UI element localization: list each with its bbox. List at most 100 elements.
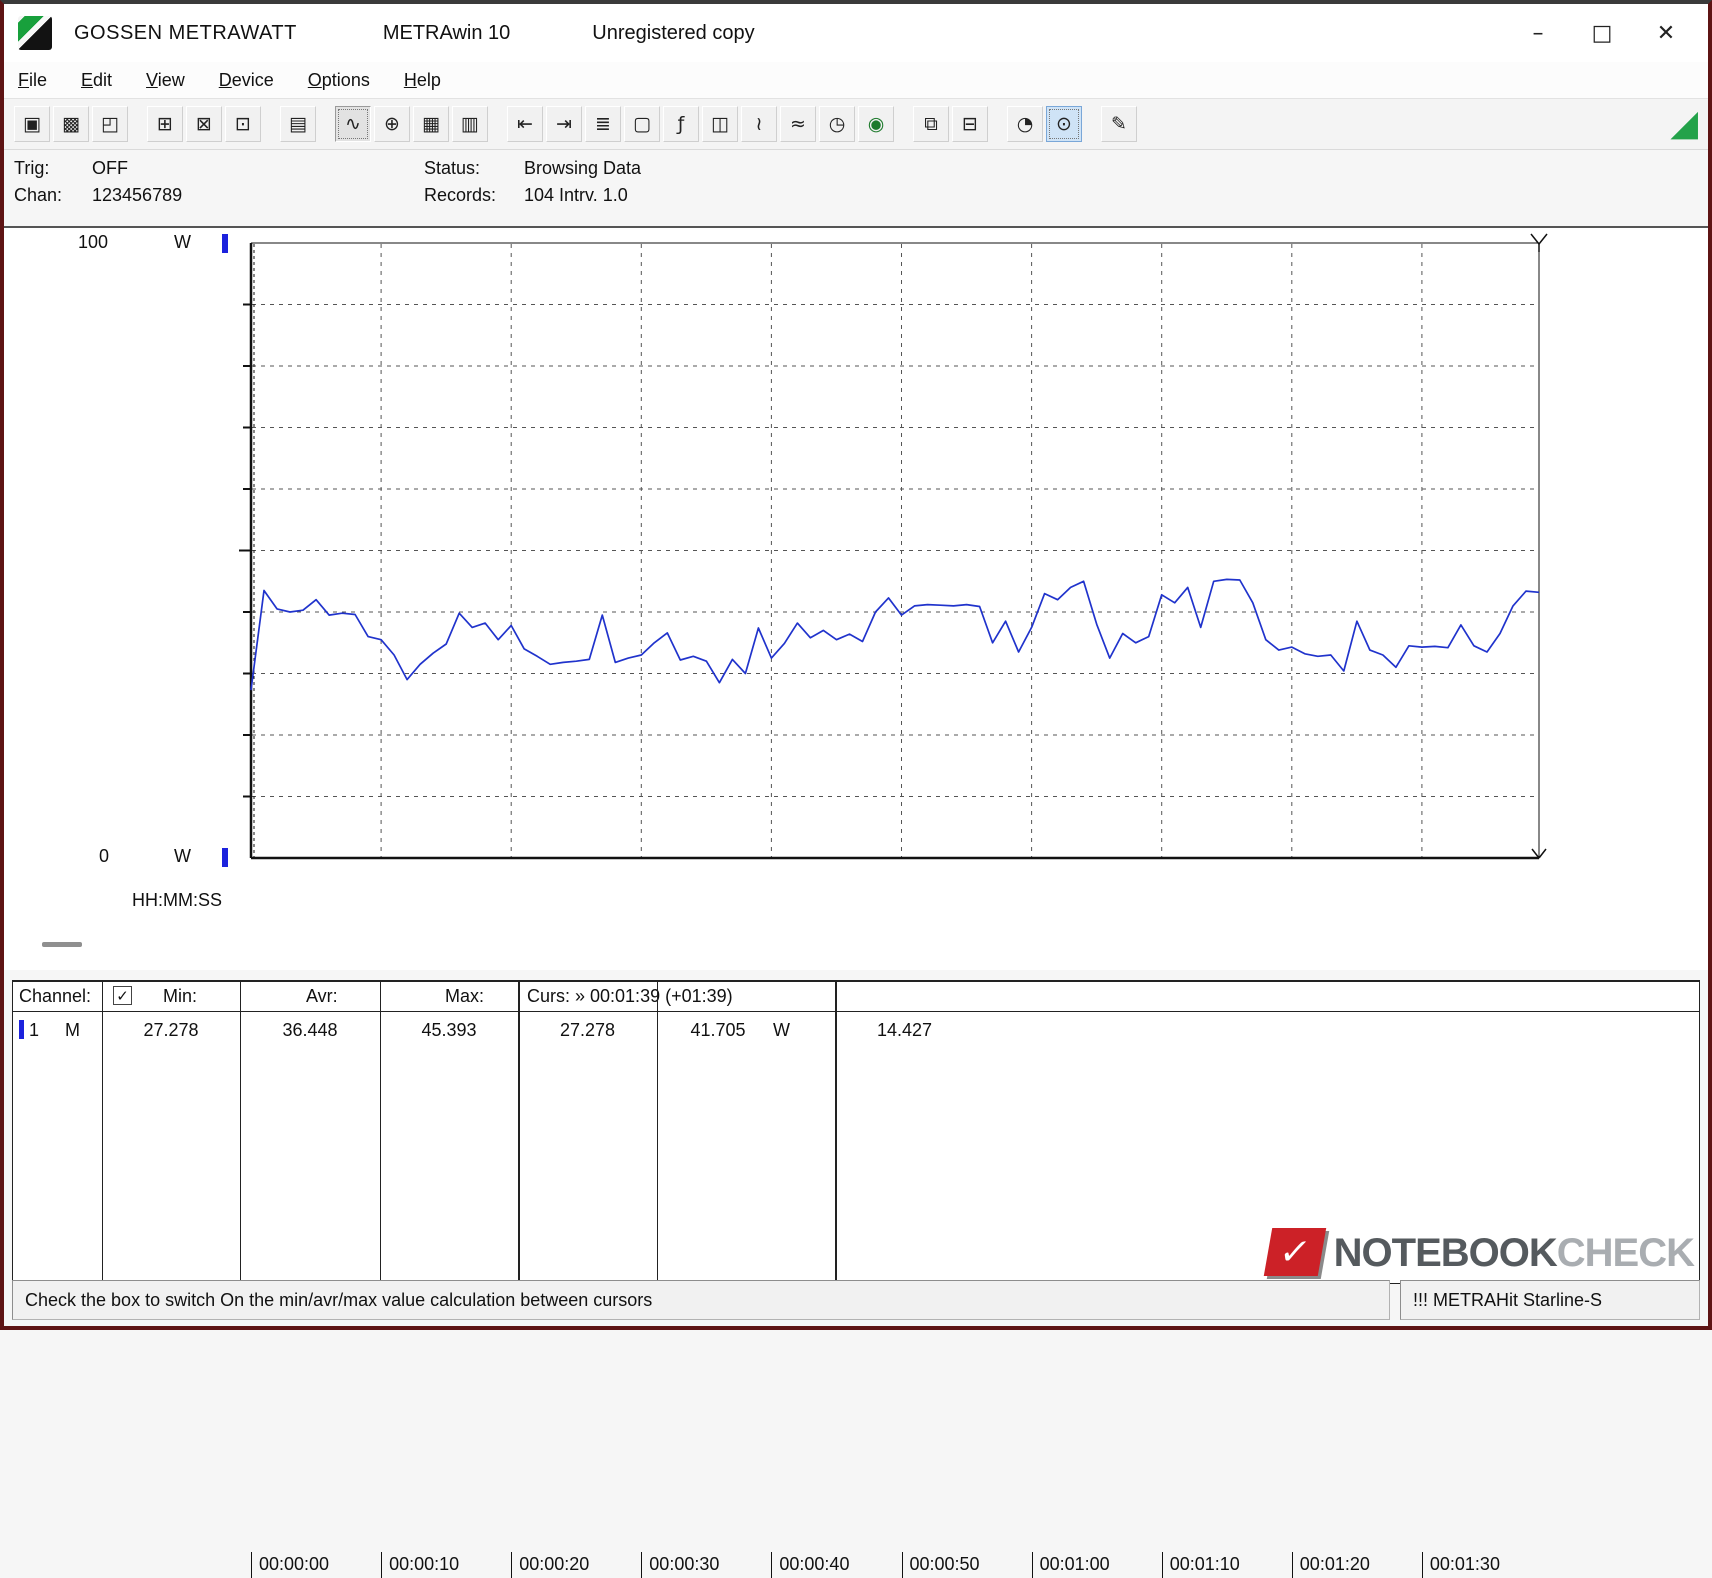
values-panel-header: Channel: Min: Avr: Max: Curs: » 00:01:39… [13,982,1699,1012]
waveform-button[interactable]: ≀ [741,106,777,142]
watermark-text-notebook: NOTEBOOK [1334,1231,1557,1276]
waveform-icon: ≀ [755,115,762,134]
stopwatch-button[interactable]: ◉ [858,106,894,142]
channel-marker-top [222,234,228,253]
x-tick-label-7: 00:01:10 [1162,1552,1240,1578]
device-receive-button[interactable]: ⇤ [507,106,543,142]
max-value: 45.393 [380,1020,518,1041]
save-icon: ▣ [23,115,41,134]
chan-label: Chan: [14,185,78,206]
crosshair-cursor-button[interactable]: ⊕ [374,106,410,142]
close-button[interactable]: ✕ [1634,11,1698,55]
menu-options[interactable]: Options [308,70,370,91]
menu-device[interactable]: Device [219,70,274,91]
menu-file[interactable]: File [18,70,47,91]
save-as-icon: ▩ [62,115,80,134]
clock-sync-button[interactable]: ◷ [819,106,855,142]
records-intrv-value: 104 Intrv. 1.0 [524,185,641,206]
envelope-icon: ≈ [790,115,806,134]
acquisition-status-panel: Trig: OFF Chan: 123456789 Status: Browsi… [4,150,1708,226]
cursor2-value: 41.705 [673,1020,763,1041]
power-chart-plot[interactable] [239,240,1551,864]
trig-value: OFF [92,158,424,179]
formula-icon: ƒ [678,115,685,134]
title-license: Unregistered copy [592,22,754,45]
x-tick-label-6: 00:01:00 [1032,1552,1110,1578]
cursor-delta-value: 14.427 [877,1020,997,1041]
minimize-button[interactable]: – [1506,11,1570,55]
device-display-button[interactable]: ◫ [702,106,738,142]
export-device-1-button[interactable]: ⊞ [147,106,183,142]
statusbar-device-cell: !!! METRAHit Starline-S [1400,1280,1700,1320]
export-device-3-button[interactable]: ⊡ [225,106,261,142]
status-label: Status: [424,158,510,179]
cursor-column-header: Curs: » 00:01:39 (+01:39) [527,986,733,1007]
trig-label: Trig: [14,158,78,179]
numeric-display-button[interactable]: ▤ [280,106,316,142]
print-preview-button[interactable]: ⧉ [913,106,949,142]
notebookcheck-check-icon: ✓ [1263,1228,1325,1276]
channel-column-header: Channel: [19,986,91,1007]
max-column-header: Max: [445,986,484,1007]
status-bar: Check the box to switch On the min/avr/m… [12,1280,1700,1320]
device-send-button[interactable]: ⇥ [546,106,582,142]
records-label: Records: [424,185,510,206]
table-view-icon: ▦ [422,115,440,134]
x-tick-label-1: 00:00:10 [381,1552,459,1578]
monitor-icon: ▢ [633,115,651,134]
zoom-time-button[interactable]: ◔ [1007,106,1043,142]
status-value: Browsing Data [524,158,641,179]
save-as-button[interactable]: ▩ [53,106,89,142]
x-tick-label-9: 00:01:30 [1422,1552,1500,1578]
zoom-icon: ⊙ [1056,115,1072,134]
save-button[interactable]: ▣ [14,106,50,142]
envelope-button[interactable]: ≈ [780,106,816,142]
title-app-name: METRAwin 10 [383,22,510,45]
zoom-button[interactable]: ⊙ [1046,106,1082,142]
formula-button[interactable]: ƒ [663,106,699,142]
x-tick-label-3: 00:00:30 [641,1552,719,1578]
avr-value: 36.448 [240,1020,380,1041]
channel-marker-bottom [222,848,228,867]
menu-view[interactable]: View [146,70,185,91]
table-view-button[interactable]: ▦ [413,106,449,142]
timeline-button[interactable]: ≣ [585,106,621,142]
toolbar: ▣▩◰⊞⊠⊡▤∿⊕▦▥⇤⇥≣▢ƒ◫≀≈◷◉⧉⊟◔⊙✎◢ [4,98,1708,150]
x-tick-label-4: 00:00:40 [771,1552,849,1578]
line-chart-view-button[interactable]: ∿ [335,106,371,142]
watermark-text-check: CHECK [1557,1231,1694,1276]
export-device-2-button[interactable]: ⊠ [186,106,222,142]
print-icon: ⊟ [962,115,978,134]
monitor-button[interactable]: ▢ [624,106,660,142]
x-tick-label-5: 00:00:50 [902,1552,980,1578]
annotation-button[interactable]: ✎ [1101,106,1137,142]
min-column-header: Min: [163,986,197,1007]
channel-row-marker [19,1020,24,1039]
statusbar-message: Check the box to switch On the min/avr/m… [25,1290,652,1311]
x-axis-tick-labels: 00:00:0000:00:1000:00:2000:00:3000:00:40… [4,890,1708,916]
open-button[interactable]: ◰ [92,106,128,142]
maximize-button[interactable]: □ [1570,11,1634,55]
recording-status-info: Status: Browsing Data Records: 104 Intrv… [424,158,641,226]
device-receive-icon: ⇤ [517,115,533,134]
print-button[interactable]: ⊟ [952,106,988,142]
notebookcheck-logo-icon: ✓ [1262,1224,1328,1282]
timeline-icon: ≣ [595,115,611,134]
menu-edit[interactable]: Edit [81,70,112,91]
bar-chart-view-button[interactable]: ▥ [452,106,488,142]
crosshair-cursor-icon: ⊕ [384,115,400,134]
menu-help[interactable]: Help [404,70,441,91]
notebookcheck-watermark: ✓ NOTEBOOKCHECK [1262,1224,1694,1282]
chart-h-scrollbar-thumb[interactable] [42,942,82,947]
column-divider [657,982,658,1283]
y-axis-unit-bottom: W [174,846,191,867]
minavrmax-checkbox[interactable]: ✓ [113,986,132,1005]
stopwatch-icon: ◉ [868,115,885,134]
x-tick-label-2: 00:00:20 [511,1552,589,1578]
numeric-display-icon: ▤ [289,115,307,134]
chan-value: 123456789 [92,185,424,206]
x-tick-label-8: 00:01:20 [1292,1552,1370,1578]
chart-section: 100 W 0 W HH:MM:SS 00:00:0000:00:1000:00… [4,226,1708,970]
channel-unit: M [65,1020,95,1041]
chart-marker-line [1539,234,1547,244]
